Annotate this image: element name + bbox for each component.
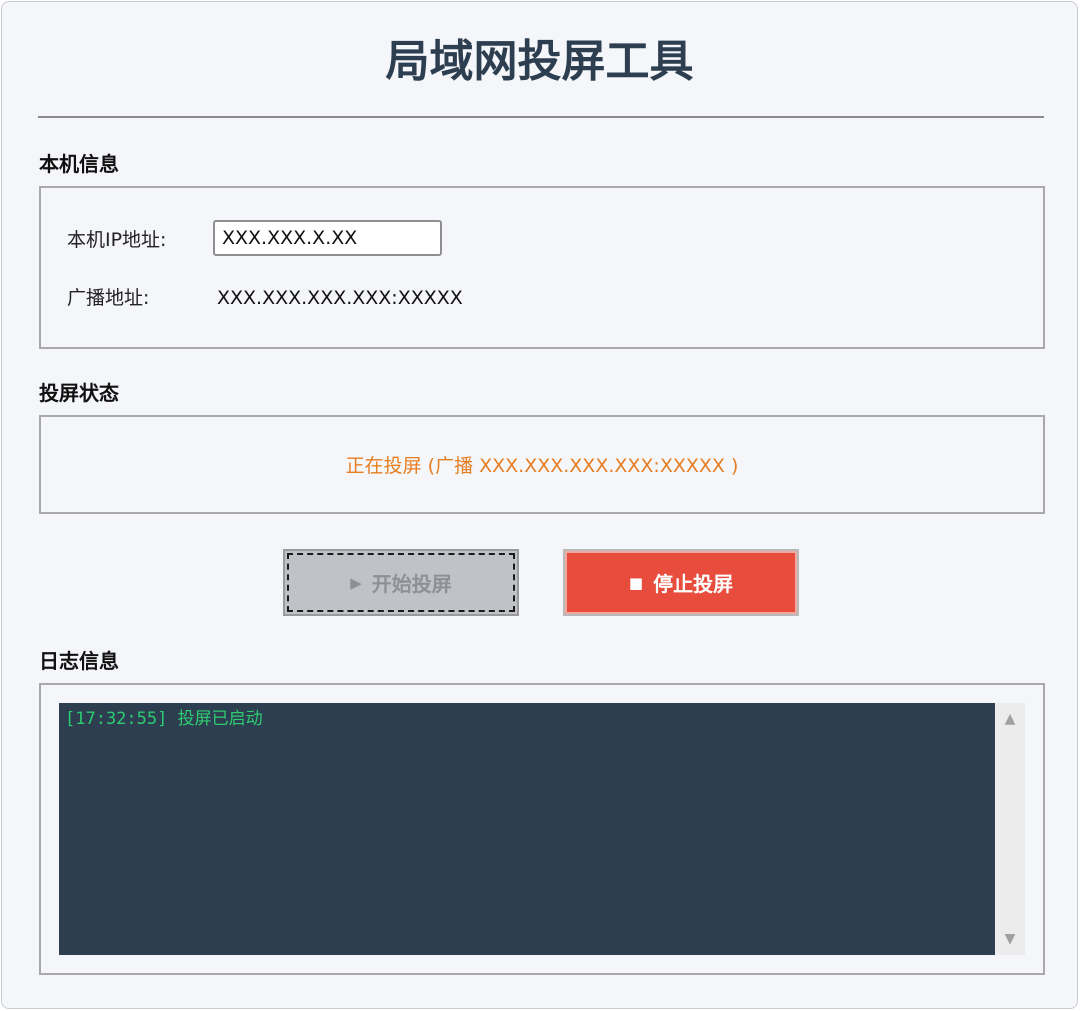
- broadcast-address-value: XXX.XXX.XXX.XXX:XXXXX: [217, 287, 463, 309]
- app-title: 局域网投屏工具: [385, 36, 694, 87]
- start-cast-label: 开始投屏: [371, 572, 452, 596]
- start-cast-button[interactable]: ▶ 开始投屏: [283, 549, 519, 616]
- broadcast-label: 广播地址:: [67, 287, 150, 309]
- status-text: 正在投屏 (广播 XXX.XXX.XXX.XXX:XXXXX ): [345, 455, 739, 477]
- stop-cast-label: 停止投屏: [653, 572, 734, 596]
- scroll-down-arrow-icon[interactable]: ▼: [995, 927, 1025, 951]
- section-label-local-info: 本机信息: [39, 152, 119, 176]
- section-label-log: 日志信息: [39, 649, 119, 673]
- ip-address-input[interactable]: [213, 220, 442, 256]
- stop-icon: ■: [628, 573, 644, 592]
- log-scrollbar[interactable]: ▲ ▼: [995, 703, 1025, 955]
- log-entry: [17:32:55] 投屏已启动: [65, 709, 263, 729]
- log-output[interactable]: [17:32:55] 投屏已启动: [59, 703, 995, 955]
- stop-cast-button[interactable]: ■ 停止投屏: [563, 549, 799, 616]
- log-panel: [17:32:55] 投屏已启动 ▲ ▼: [39, 683, 1045, 975]
- play-icon: ▶: [350, 573, 362, 592]
- title-divider: [38, 116, 1044, 118]
- section-label-status: 投屏状态: [39, 381, 119, 405]
- local-info-panel: 本机IP地址: 广播地址: XXX.XXX.XXX.XXX:XXXXX: [39, 186, 1045, 349]
- scroll-up-arrow-icon[interactable]: ▲: [995, 707, 1025, 731]
- ip-label: 本机IP地址:: [67, 229, 167, 251]
- app-window: 局域网投屏工具 本机信息 本机IP地址: 广播地址: XXX.XXX.XXX.X…: [1, 1, 1078, 1009]
- status-panel: 正在投屏 (广播 XXX.XXX.XXX.XXX:XXXXX ): [39, 415, 1045, 514]
